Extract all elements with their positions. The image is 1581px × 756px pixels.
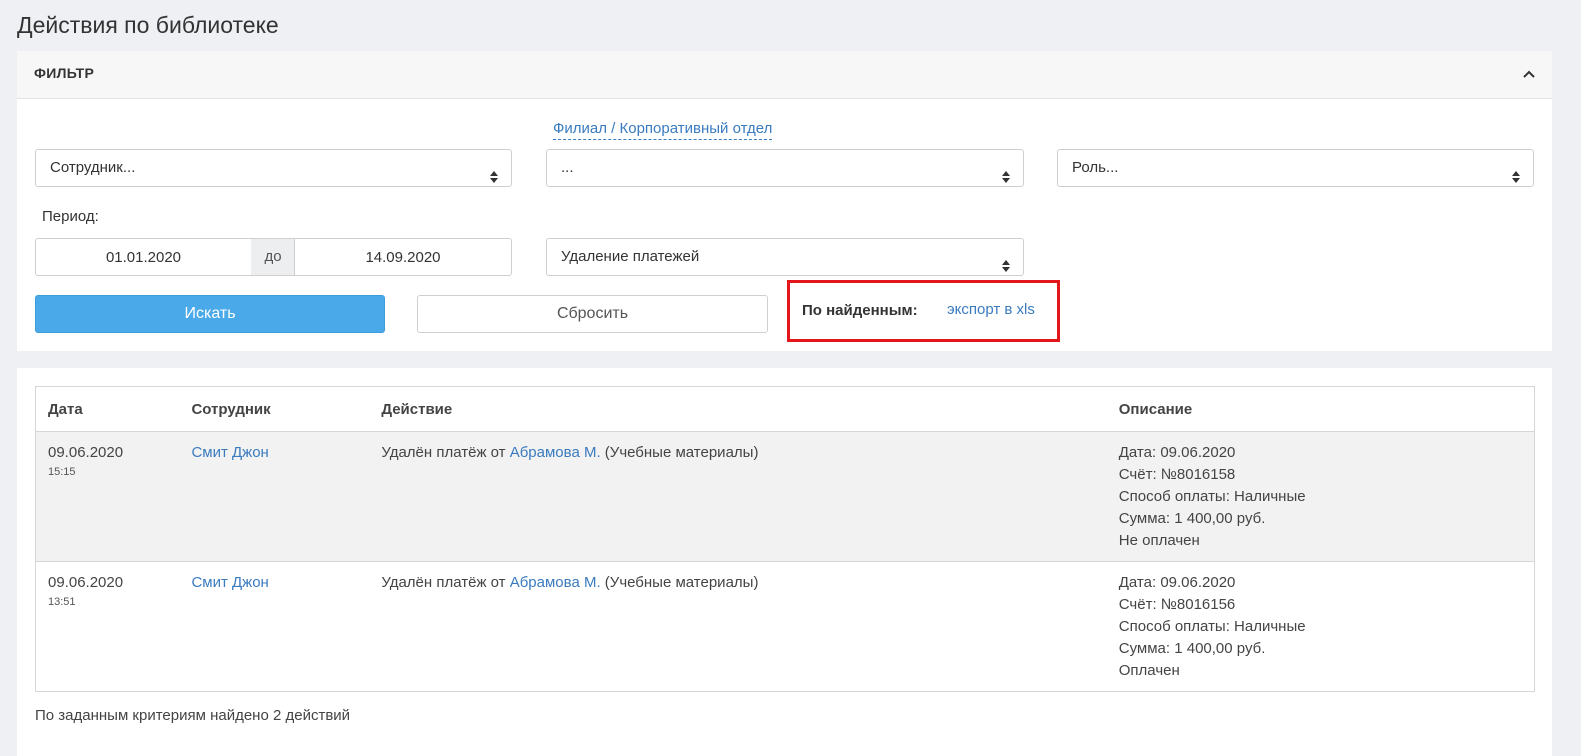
period-label: Период: [42,208,99,225]
filter-title: ФИЛЬТР [34,65,95,81]
action-time: 15:15 [48,466,76,478]
date-from-input[interactable] [35,238,252,276]
export-xls-link[interactable]: экспорт в xls [947,301,1035,318]
description-cell: Дата: 09.06.2020 Счёт: №8016158 Способ о… [1106,431,1535,562]
action-suffix: (Учебные материалы) [604,574,759,591]
sort-arrows-icon [1001,251,1011,272]
action-prefix: Удалён платёж от [381,574,506,591]
employee-select-value: Сотрудник... [50,159,136,176]
employee-link[interactable]: Смит Джон [191,574,268,591]
description-line: Сумма: 1 400,00 руб. [1118,640,1266,657]
sort-arrows-icon [1511,162,1521,183]
results-summary: По заданным критериям найдено 2 действий [35,707,351,724]
column-header-action[interactable]: Действие [369,386,1107,432]
action-prefix: Удалён платёж от [381,444,506,461]
description-line: Сумма: 1 400,00 руб. [1118,510,1266,527]
description-line: Не оплачен [1118,532,1200,549]
column-header-date[interactable]: Дата [35,386,180,432]
action-type-select-value: Удаление платежей [561,248,700,265]
payer-link[interactable]: Абрамова М. [510,444,601,461]
sort-arrows-icon [1001,162,1011,183]
table-header-row: Дата Сотрудник Действие Описание [35,386,1535,432]
actions-table: Дата Сотрудник Действие Описание 09.06.2… [35,386,1535,692]
employee-select[interactable]: Сотрудник... [35,149,512,187]
action-time: 13:51 [48,596,76,608]
action-date: 09.06.2020 [48,444,124,461]
column-header-employee[interactable]: Сотрудник [179,386,370,432]
action-suffix: (Учебные материалы) [604,444,759,461]
action-cell: Удалён платёж от Абрамова М. (Учебные ма… [369,431,1107,562]
date-to-input[interactable] [294,238,512,276]
search-button[interactable]: Искать [35,295,385,333]
employee-link[interactable]: Смит Джон [191,444,268,461]
results-panel: Дата Сотрудник Действие Описание 09.06.2… [17,368,1552,756]
role-select[interactable]: Роль... [1057,149,1534,187]
export-label: По найденным: [802,302,918,319]
column-header-description[interactable]: Описание [1106,386,1535,432]
description-line: Способ оплаты: Наличные [1118,618,1306,635]
reset-button[interactable]: Сбросить [417,295,768,333]
employee-cell: Смит Джон [179,561,370,692]
description-cell: Дата: 09.06.2020 Счёт: №8016156 Способ о… [1106,561,1535,692]
action-date: 09.06.2020 [48,574,124,591]
payer-link[interactable]: Абрамова М. [510,574,601,591]
description-line: Дата: 09.06.2020 [1118,574,1236,591]
date-separator: до [251,238,295,276]
role-select-value: Роль... [1072,159,1119,176]
sort-arrows-icon [489,162,499,183]
table-row: 09.06.2020 13:51 Смит Джон Удалён платёж… [35,561,1535,692]
description-line: Счёт: №8016158 [1118,466,1236,483]
date-cell: 09.06.2020 13:51 [35,561,180,692]
date-cell: 09.06.2020 15:15 [35,431,180,562]
description-line: Оплачен [1118,662,1180,679]
branch-department-link[interactable]: Филиал / Корпоративный отдел [553,119,773,140]
page-title: Действия по библиотеке [17,12,279,38]
action-type-select[interactable]: Удаление платежей [546,238,1024,276]
action-cell: Удалён платёж от Абрамова М. (Учебные ма… [369,561,1107,692]
filter-header[interactable]: ФИЛЬТР [17,51,1552,99]
description-line: Счёт: №8016156 [1118,596,1236,613]
chevron-up-icon[interactable] [1518,63,1540,85]
employee-cell: Смит Джон [179,431,370,562]
branch-select[interactable]: ... [546,149,1024,187]
export-highlight-box: По найденным: экспорт в xls [787,280,1060,342]
description-line: Способ оплаты: Наличные [1118,488,1306,505]
branch-select-value: ... [561,159,574,176]
description-line: Дата: 09.06.2020 [1118,444,1236,461]
filter-panel: ФИЛЬТР Филиал / Корпоративный отдел Сотр… [17,51,1552,351]
table-row: 09.06.2020 15:15 Смит Джон Удалён платёж… [35,431,1535,562]
